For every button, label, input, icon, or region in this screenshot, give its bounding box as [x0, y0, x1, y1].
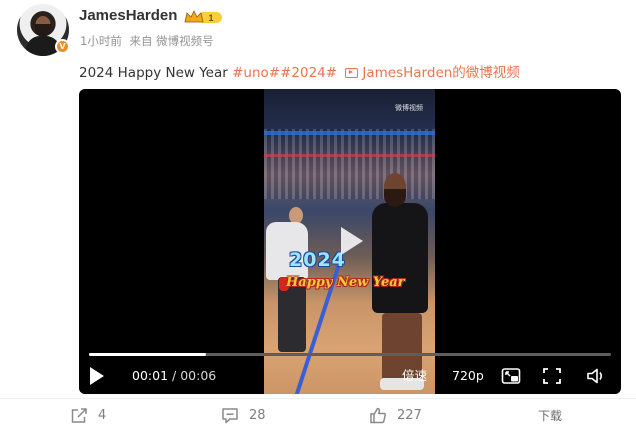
share-icon — [71, 408, 87, 423]
thumbs-up-icon — [370, 407, 386, 424]
comment-button[interactable]: 28 — [221, 407, 266, 424]
progress-fill — [89, 353, 207, 356]
verified-badge-icon: V — [55, 39, 70, 54]
video-player[interactable]: 微博视频 2024 Happy New Year 00:01 / 00:06 倍… — [79, 89, 621, 394]
crown-level: 1 — [208, 13, 213, 23]
post-body: 2024 Happy New Year — [79, 65, 233, 81]
progress-bar[interactable] — [89, 353, 611, 356]
download-button[interactable]: 下载 — [538, 407, 562, 424]
post-source: 来自 微博视频号 — [129, 34, 214, 48]
overlay-year: 2024 — [289, 249, 346, 271]
picture-in-picture-icon[interactable] — [501, 367, 521, 385]
weibo-post: V JamesHarden 1 1小时前 来自 微博视频号 2024 Happy… — [0, 0, 636, 436]
time-display: 00:01 / 00:06 — [132, 366, 216, 386]
center-play-icon[interactable] — [341, 227, 363, 255]
video-icon — [345, 68, 359, 78]
like-count: 227 — [397, 408, 422, 423]
video-link[interactable]: JamesHarden的微博视频 — [341, 65, 520, 81]
current-time: 00:01 — [132, 368, 169, 383]
time-separator: / — [168, 368, 181, 383]
post-time[interactable]: 1小时前 — [80, 34, 122, 48]
fullscreen-icon[interactable] — [542, 367, 562, 385]
hashtag-link[interactable]: #uno##2024# — [232, 65, 337, 81]
action-bar: 4 28 227 下载 — [0, 398, 636, 436]
username[interactable]: JamesHarden — [79, 7, 177, 24]
share-count: 4 — [98, 408, 107, 423]
share-button[interactable]: 4 — [70, 407, 106, 424]
post-meta: 1小时前 来自 微博视频号 — [80, 33, 218, 49]
volume-icon[interactable] — [586, 367, 606, 385]
speed-button[interactable]: 倍速 — [402, 366, 427, 386]
like-button[interactable]: 227 — [369, 407, 422, 424]
quality-button[interactable]: 720p — [452, 366, 484, 386]
overlay-greeting: Happy New Year — [286, 275, 405, 290]
play-button[interactable] — [90, 367, 104, 385]
member-crown-icon[interactable]: 1 — [184, 9, 222, 25]
post-text: 2024 Happy New Year #uno##2024# JamesHar… — [79, 61, 520, 81]
arena-ribbon-board — [264, 131, 435, 135]
video-watermark: 微博视频 — [395, 104, 423, 112]
comment-icon — [222, 408, 238, 424]
avatar-beard — [35, 24, 51, 37]
comment-count: 28 — [249, 408, 266, 423]
arena-ribbon-board-lower — [264, 154, 435, 157]
video-link-label: JamesHarden的微博视频 — [362, 65, 520, 81]
duration: 00:06 — [180, 368, 217, 383]
